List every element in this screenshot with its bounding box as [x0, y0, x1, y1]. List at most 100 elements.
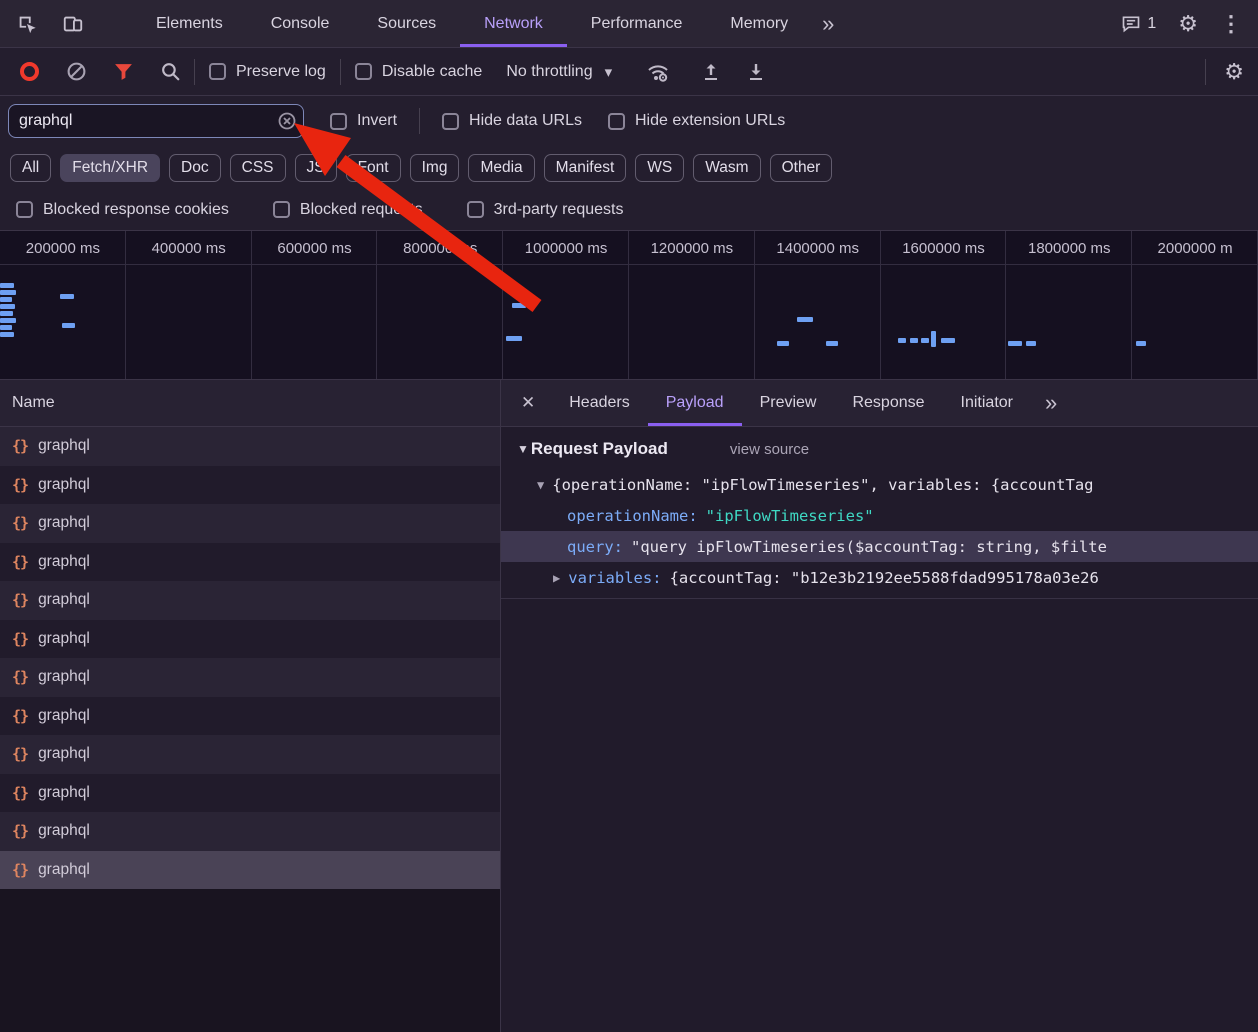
tab-elements[interactable]: Elements [132, 0, 247, 47]
timeline-request-bar [931, 331, 936, 347]
timeline-request-bar [60, 294, 74, 299]
detail-tab-response[interactable]: Response [834, 380, 942, 426]
tab-memory[interactable]: Memory [706, 0, 812, 47]
detail-tab-preview[interactable]: Preview [742, 380, 835, 426]
chip-other[interactable]: Other [770, 154, 833, 182]
request-row[interactable]: {} graphql [0, 543, 500, 582]
checkbox-box[interactable] [608, 113, 625, 130]
more-tabs-icon[interactable]: » [812, 0, 844, 47]
chip-manifest[interactable]: Manifest [544, 154, 627, 182]
chip-font[interactable]: Font [346, 154, 401, 182]
request-row[interactable]: {}graphql [0, 774, 500, 813]
export-har-icon[interactable] [746, 62, 766, 82]
request-row[interactable]: {}graphql [0, 812, 500, 851]
waterfall-overview[interactable]: 200000 ms400000 ms600000 ms800000 ms1000… [0, 230, 1258, 380]
request-row[interactable]: {}graphql [0, 581, 500, 620]
tab-performance[interactable]: Performance [567, 0, 707, 47]
checkbox-label: 3rd-party requests [494, 201, 624, 219]
request-row[interactable]: {}graphql [0, 466, 500, 505]
checkbox-box[interactable] [355, 63, 372, 80]
request-payload-title: Request Payload [531, 439, 668, 459]
disable-cache-label: Disable cache [382, 63, 483, 81]
details-tabbar: ✕ HeadersPayloadPreviewResponseInitiator… [501, 380, 1258, 427]
filter-icon[interactable] [113, 61, 134, 82]
payload-summary-text: {operationName: "ipFlowTimeseries", vari… [552, 476, 1093, 494]
checkbox-box[interactable] [330, 113, 347, 130]
clear-network-log-icon[interactable] [66, 61, 87, 82]
clear-filter-icon[interactable] [278, 112, 296, 135]
tab-sources[interactable]: Sources [353, 0, 460, 47]
payload-summary-row[interactable]: ▼ {operationName: "ipFlowTimeseries", va… [517, 469, 1258, 500]
request-row[interactable]: {}graphql [0, 427, 500, 466]
checkbox-box[interactable] [442, 113, 459, 130]
chip-css[interactable]: CSS [230, 154, 286, 182]
kebab-menu-icon[interactable]: ⋮ [1220, 11, 1242, 37]
checkbox-3rd-party-requests[interactable]: 3rd-party requests [467, 201, 624, 219]
request-name: graphql [38, 861, 90, 879]
search-icon[interactable] [160, 61, 181, 82]
checkbox-blocked-requests[interactable]: Blocked requests [273, 201, 423, 219]
chip-wasm[interactable]: Wasm [693, 154, 760, 182]
detail-tab-initiator[interactable]: Initiator [943, 380, 1031, 426]
filter-input[interactable] [8, 104, 304, 138]
throttling-select[interactable]: No throttling ▾ [506, 63, 612, 81]
checkbox-box[interactable] [16, 201, 33, 218]
chip-js[interactable]: JS [295, 154, 337, 182]
timeline-request-bar [0, 283, 14, 288]
chip-all[interactable]: All [10, 154, 51, 182]
json-icon: {} [12, 514, 28, 532]
triangle-down-icon[interactable]: ▼ [537, 478, 544, 492]
timeline-request-bar [797, 317, 813, 322]
name-column-header[interactable]: Name [0, 380, 500, 427]
triangle-right-icon[interactable]: ▶ [553, 571, 560, 585]
disable-cache-checkbox[interactable]: Disable cache [355, 63, 483, 81]
devtools-tabs: ElementsConsoleSourcesNetworkPerformance… [132, 0, 812, 47]
detail-tabs: HeadersPayloadPreviewResponseInitiator [551, 380, 1031, 426]
network-settings-gear-icon[interactable]: ⚙ [1224, 59, 1244, 85]
device-toolbar-icon[interactable] [62, 13, 84, 35]
detail-tab-headers[interactable]: Headers [551, 380, 647, 426]
request-row[interactable]: {}graphql [0, 658, 500, 697]
view-source-link[interactable]: view source [730, 441, 809, 458]
more-detail-tabs-icon[interactable]: » [1035, 380, 1067, 426]
hide-data-urls-checkbox[interactable]: Hide data URLs [442, 112, 582, 130]
preserve-log-checkbox[interactable]: Preserve log [209, 63, 326, 81]
checkbox-box[interactable] [209, 63, 226, 80]
name-column-label: Name [12, 394, 55, 412]
detail-tab-payload[interactable]: Payload [648, 380, 742, 426]
request-row[interactable]: {}graphql [0, 697, 500, 736]
invert-checkbox[interactable]: Invert [330, 112, 397, 130]
payload-variables-row[interactable]: ▶ variables: {accountTag: "b12e3b2192ee5… [517, 562, 1258, 593]
chip-doc[interactable]: Doc [169, 154, 221, 182]
chip-fetch-xhr[interactable]: Fetch/XHR [60, 154, 160, 182]
timeline-bars [0, 231, 1258, 379]
checkbox-blocked-response-cookies[interactable]: Blocked response cookies [16, 201, 229, 219]
console-messages-button[interactable]: 1 [1121, 14, 1156, 34]
chip-img[interactable]: Img [410, 154, 460, 182]
json-icon: {} [12, 553, 28, 571]
payload-operation-row[interactable]: operationName: "ipFlowTimeseries" [517, 500, 1258, 531]
checkbox-box[interactable] [467, 201, 484, 218]
hide-extension-urls-checkbox[interactable]: Hide extension URLs [608, 112, 785, 130]
collapse-triangle-icon[interactable]: ▼ [517, 442, 529, 456]
payload-query-row[interactable]: query: "query ipFlowTimeseries($accountT… [501, 531, 1258, 562]
close-icon[interactable]: ✕ [501, 380, 551, 426]
settings-gear-icon[interactable]: ⚙ [1178, 11, 1198, 37]
checkbox-box[interactable] [273, 201, 290, 218]
request-row[interactable]: {}graphql [0, 851, 500, 890]
network-conditions-icon[interactable] [646, 61, 670, 83]
request-row[interactable]: {}graphql [0, 735, 500, 774]
request-row[interactable]: {}graphql [0, 620, 500, 659]
timeline-request-bar [0, 318, 16, 323]
chip-media[interactable]: Media [468, 154, 534, 182]
import-har-icon[interactable] [701, 62, 721, 82]
record-network-log-button[interactable] [20, 62, 39, 81]
tab-network[interactable]: Network [460, 0, 567, 47]
tab-console[interactable]: Console [247, 0, 354, 47]
timeline-request-bar [0, 290, 16, 295]
inspect-element-icon[interactable] [16, 13, 38, 35]
timeline-request-bar [506, 336, 522, 341]
request-row[interactable]: {}graphql [0, 504, 500, 543]
request-name: graphql [38, 553, 90, 571]
chip-ws[interactable]: WS [635, 154, 684, 182]
